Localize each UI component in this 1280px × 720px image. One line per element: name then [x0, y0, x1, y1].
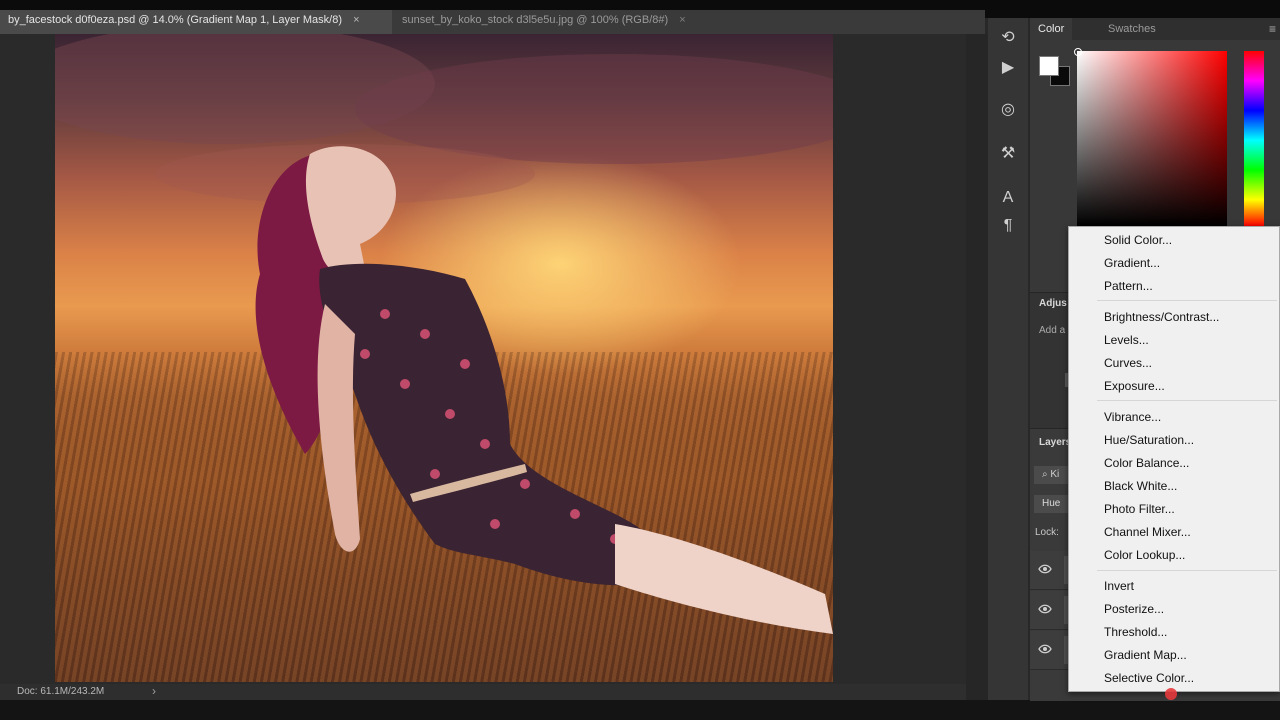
- lock-label: Lock:: [1035, 527, 1059, 538]
- layers-filter-label: Ki: [1050, 469, 1060, 480]
- foreground-color-swatch[interactable]: [1039, 56, 1059, 76]
- adjustments-panel-title[interactable]: Adjus: [1039, 298, 1067, 309]
- woman-figure: [255, 146, 833, 634]
- eye-icon[interactable]: [1038, 564, 1052, 574]
- play-icon[interactable]: ▶: [996, 56, 1020, 80]
- menu-item-photo-filter[interactable]: Photo Filter...: [1104, 501, 1175, 517]
- menu-item-color-lookup[interactable]: Color Lookup...: [1104, 547, 1185, 563]
- tab-color[interactable]: Color: [1030, 18, 1073, 40]
- hue-slider[interactable]: [1244, 51, 1264, 226]
- menu-item-posterize[interactable]: Posterize...: [1104, 601, 1164, 617]
- menu-item-curves[interactable]: Curves...: [1104, 355, 1152, 371]
- menu-item-pattern[interactable]: Pattern...: [1104, 278, 1153, 294]
- cursor-highlight: [1165, 688, 1177, 700]
- menu-item-gradient[interactable]: Gradient...: [1104, 255, 1160, 271]
- history-icon[interactable]: ⟲: [996, 26, 1020, 50]
- adjustments-icon[interactable]: ◎: [996, 98, 1020, 122]
- menu-item-vibrance[interactable]: Vibrance...: [1104, 409, 1161, 425]
- menu-item-hue-saturation[interactable]: Hue/Saturation...: [1104, 432, 1194, 448]
- status-menu-arrow-icon[interactable]: ›: [152, 684, 156, 698]
- tab-swatches[interactable]: Swatches: [1100, 18, 1164, 40]
- adjustments-panel-subtitle: Add a: [1039, 325, 1066, 336]
- menu-separator: [1097, 400, 1277, 401]
- document-tab-inactive[interactable]: sunset_by_koko_stock d3l5e5u.jpg @ 100% …: [394, 10, 724, 34]
- menu-item-selective-color[interactable]: Selective Color...: [1104, 670, 1194, 686]
- document-size-readout[interactable]: Doc: 61.1M/243.2M: [17, 686, 104, 697]
- document-tab-label: by_facestock d0f0eza.psd @ 14.0% (Gradie…: [8, 14, 343, 26]
- menu-item-invert[interactable]: Invert: [1104, 578, 1134, 594]
- menu-item-brightness-contrast[interactable]: Brightness/Contrast...: [1104, 309, 1219, 325]
- eye-icon[interactable]: [1038, 604, 1052, 614]
- brush-presets-icon[interactable]: ⚒: [996, 142, 1020, 166]
- document-tab-label: sunset_by_koko_stock d3l5e5u.jpg @ 100% …: [402, 14, 669, 26]
- menu-item-channel-mixer[interactable]: Channel Mixer...: [1104, 524, 1191, 540]
- menu-separator: [1097, 300, 1277, 301]
- status-bar: Doc: 61.1M/243.2M ›: [0, 684, 966, 700]
- eye-icon[interactable]: [1038, 644, 1052, 654]
- color-picker-marker[interactable]: [1074, 48, 1082, 56]
- menu-item-threshold[interactable]: Threshold...: [1104, 624, 1167, 640]
- paragraph-icon[interactable]: ¶: [996, 214, 1020, 238]
- color-panel-tabs: Color Swatches ≡: [1030, 18, 1280, 40]
- adjustment-layer-menu: Solid Color... Gradient... Pattern... Br…: [1068, 226, 1280, 692]
- menu-item-levels[interactable]: Levels...: [1104, 332, 1149, 348]
- bottom-strip: [0, 700, 1280, 720]
- color-picker-field[interactable]: [1077, 51, 1227, 226]
- document-tab-bar: by_facestock d0f0eza.psd @ 14.0% (Gradie…: [0, 10, 985, 34]
- layers-panel-title[interactable]: Layers: [1039, 437, 1071, 448]
- collapsed-panel-strip: ⟲ ▶ ◎ ⚒ A ¶: [988, 18, 1028, 700]
- document-tab-active[interactable]: by_facestock d0f0eza.psd @ 14.0% (Gradie…: [0, 10, 392, 34]
- menu-item-exposure[interactable]: Exposure...: [1104, 378, 1165, 394]
- close-icon[interactable]: ×: [679, 14, 685, 26]
- menu-item-black-white[interactable]: Black White...: [1104, 478, 1177, 494]
- menu-separator: [1097, 570, 1277, 571]
- menu-item-solid-color[interactable]: Solid Color...: [1104, 232, 1172, 248]
- menu-item-gradient-map[interactable]: Gradient Map...: [1104, 647, 1187, 663]
- panel-menu-icon[interactable]: ≡: [1269, 18, 1276, 40]
- close-icon[interactable]: ×: [353, 14, 359, 26]
- character-icon[interactable]: A: [996, 186, 1020, 210]
- panel-divider: [966, 34, 988, 700]
- menu-item-color-balance[interactable]: Color Balance...: [1104, 455, 1189, 471]
- canvas-image[interactable]: [55, 34, 833, 682]
